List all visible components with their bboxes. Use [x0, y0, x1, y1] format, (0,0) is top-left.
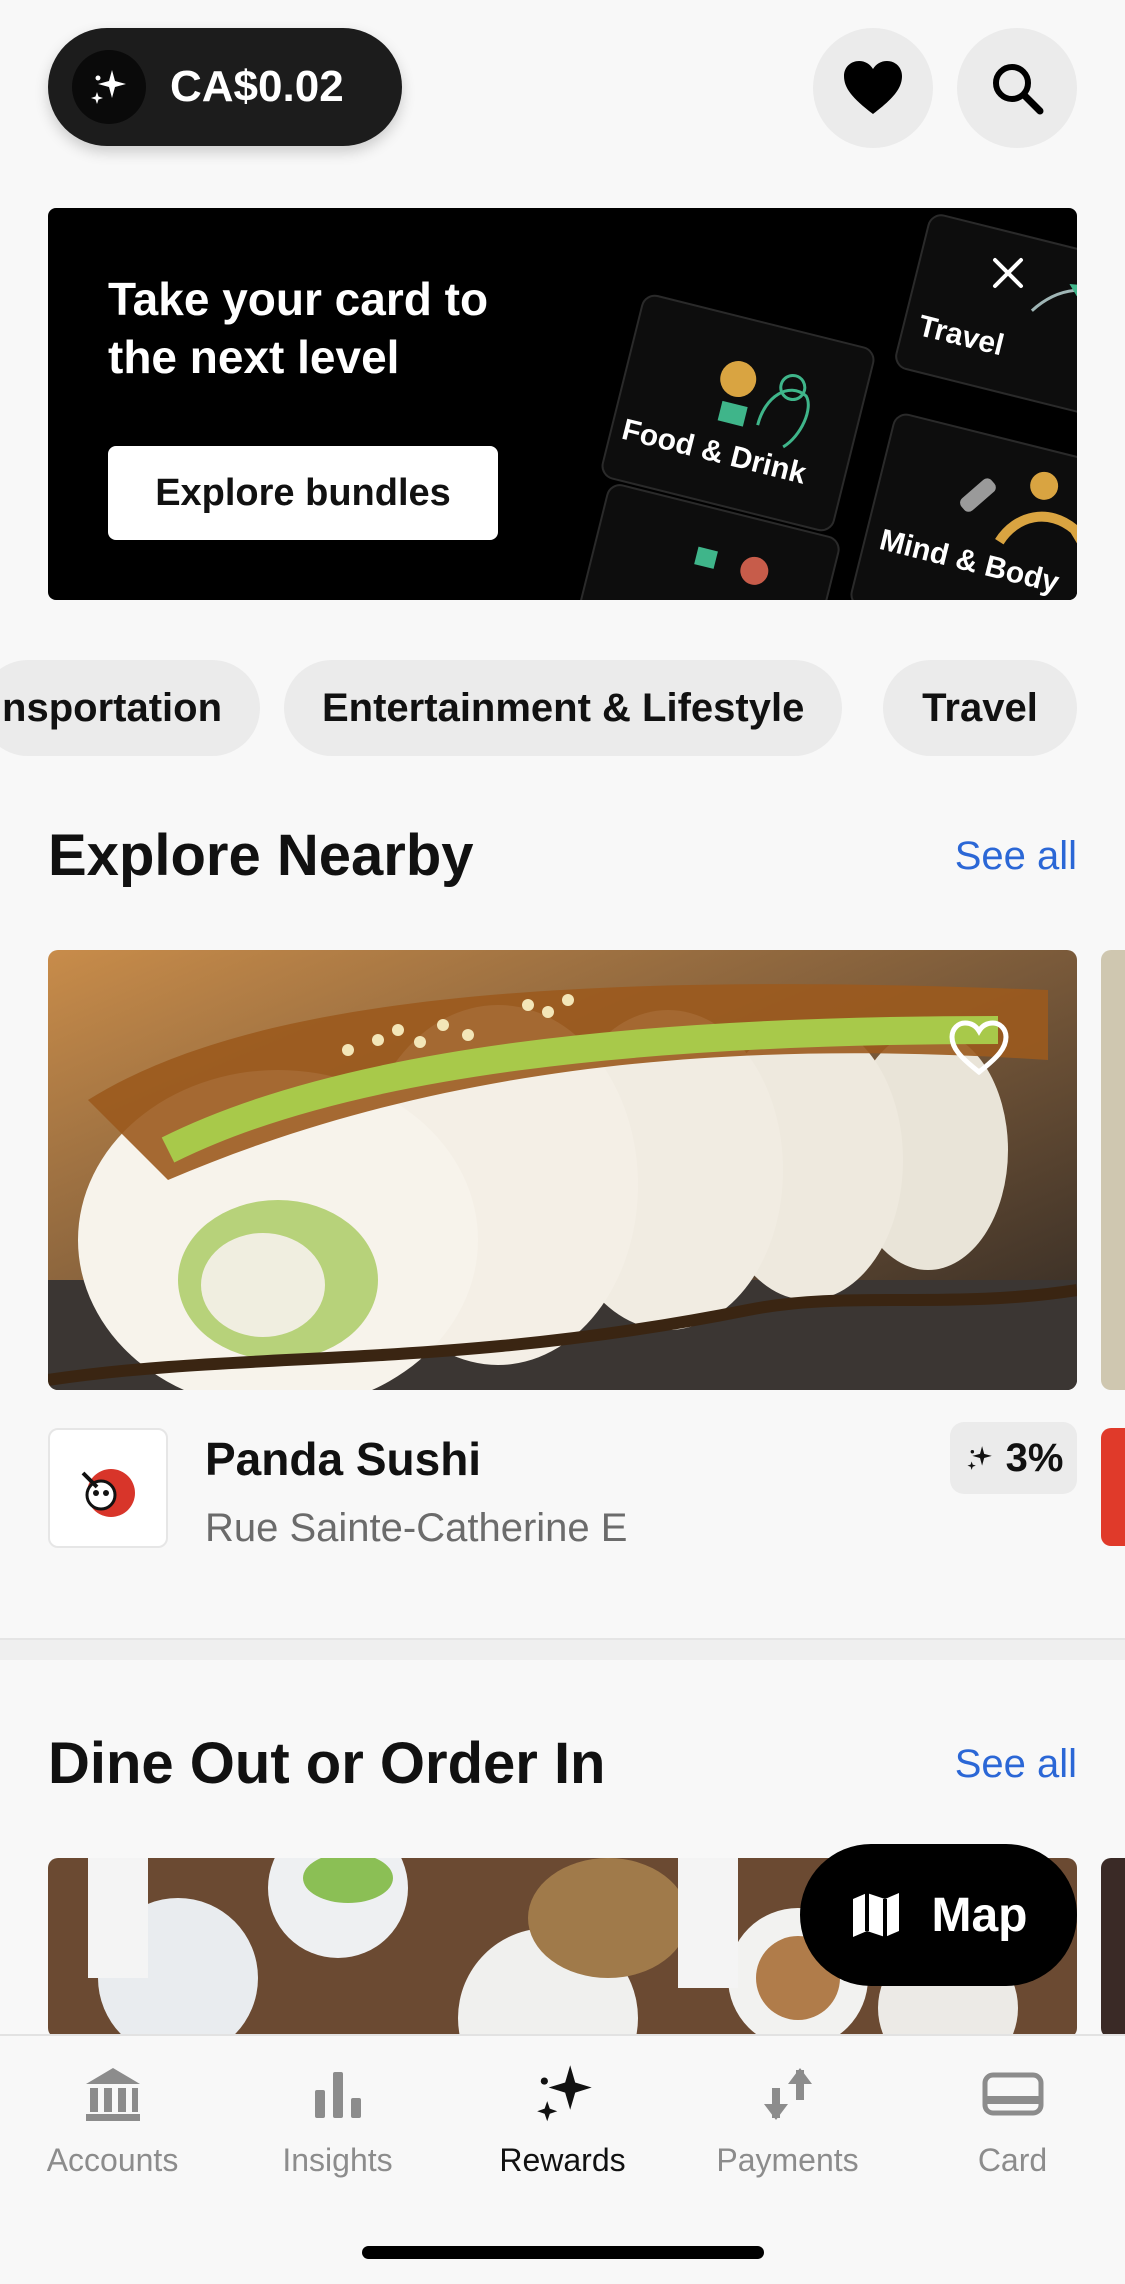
sparkle-icon [72, 50, 146, 124]
chip-entertainment-lifestyle[interactable]: Entertainment & Lifestyle [284, 660, 843, 756]
chip-transportation[interactable]: nsportation [0, 660, 260, 756]
bundle-card-travel: Travel [892, 211, 1077, 425]
heart-icon [844, 61, 902, 114]
tab-rewards[interactable]: Rewards [450, 2054, 675, 2179]
panda-sushi-logo [48, 1428, 168, 1548]
bundles-banner: Take your card to the next level Explore… [48, 208, 1077, 600]
balance-button[interactable]: CA$0.02 [48, 28, 402, 146]
section-divider [0, 1638, 1125, 1660]
place-name[interactable]: Panda Sushi [205, 1432, 481, 1486]
bundle-card-mind-body: Mind & Body [847, 410, 1077, 600]
balance-amount: CA$0.02 [170, 62, 344, 111]
bank-icon [85, 2068, 140, 2121]
tab-rewards-label: Rewards [499, 2142, 626, 2178]
home-indicator [362, 2246, 764, 2259]
tab-payments[interactable]: Payments [675, 2054, 900, 2179]
tab-card[interactable]: Card [900, 2054, 1125, 2179]
search-icon [993, 64, 1044, 115]
category-chips: nsportation Entertainment & Lifestyle Tr… [0, 660, 1125, 756]
bundle-label-travel: Travel [914, 309, 1008, 363]
transfer-arrows-icon [763, 2068, 812, 2120]
cashback-badge: 3% [950, 1422, 1077, 1494]
tab-accounts-label: Accounts [46, 2142, 179, 2178]
sparkle-icon [536, 2065, 592, 2122]
next-card-peek[interactable] [1101, 950, 1125, 1390]
bar-chart-icon [314, 2072, 361, 2118]
place-address: Rue Sainte-Catherine E [205, 1506, 628, 1550]
panda-sushi-photo[interactable] [48, 950, 1077, 1390]
map-button-label: Map [931, 1888, 1028, 1942]
explore-bundles-button[interactable]: Explore bundles [108, 446, 498, 540]
tab-payments-label: Payments [716, 2142, 859, 2178]
favorite-heart-icon[interactable] [948, 1020, 1010, 1076]
tab-card-label: Card [977, 2142, 1048, 2178]
explore-nearby-see-all[interactable]: See all [955, 834, 1077, 879]
next-logo-peek [1101, 1428, 1125, 1546]
favorites-button[interactable] [813, 28, 933, 148]
cashback-percent: 3% [1005, 1435, 1064, 1480]
card-icon [982, 2072, 1043, 2116]
tab-insights-label: Insights [282, 2142, 393, 2178]
chip-travel[interactable]: Travel [883, 660, 1077, 756]
dine-out-title: Dine Out or Order In [48, 1731, 606, 1796]
search-button[interactable] [957, 28, 1077, 148]
sparkle-icon [967, 1446, 992, 1470]
banner-title: Take your card to the next level [108, 273, 489, 383]
close-icon[interactable] [991, 256, 1025, 290]
tab-insights[interactable]: Insights [225, 2054, 450, 2179]
explore-nearby-title: Explore Nearby [48, 823, 474, 888]
dine-out-see-all[interactable]: See all [955, 1742, 1077, 1787]
map-button[interactable]: Map [800, 1844, 1077, 1986]
map-icon [852, 1893, 899, 1937]
tab-accounts[interactable]: Accounts [0, 2054, 225, 2179]
next-dine-peek[interactable] [1101, 1858, 1125, 2038]
